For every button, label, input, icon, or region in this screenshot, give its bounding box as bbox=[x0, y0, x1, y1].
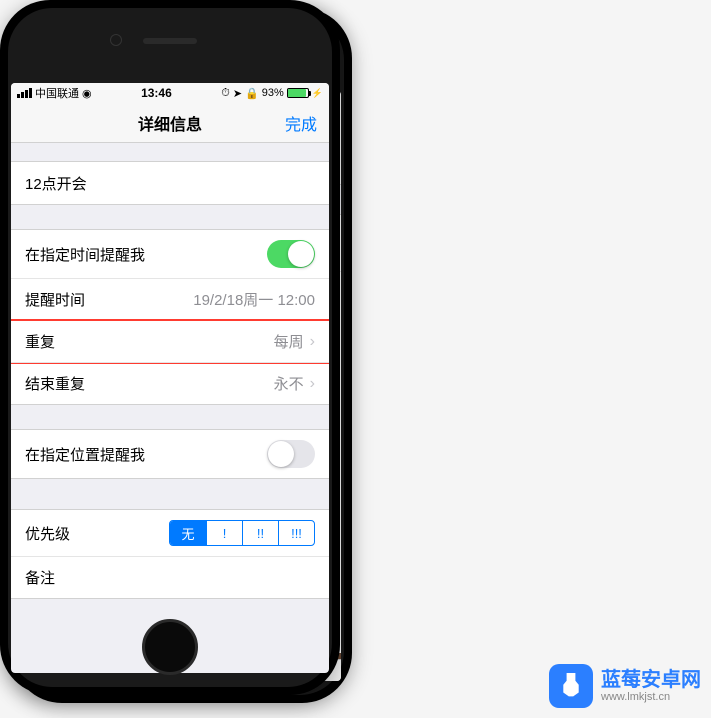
notes-row[interactable]: 备注 bbox=[11, 556, 329, 598]
remind-time-label: 提醒时间 bbox=[25, 289, 85, 310]
seg-high[interactable]: !!! bbox=[278, 521, 314, 545]
front-camera bbox=[110, 34, 122, 46]
remind-time-value: 19/2/18周一 12:00 bbox=[193, 289, 315, 310]
remind-at-location-row: 在指定位置提醒我 bbox=[11, 430, 329, 478]
location-icon: ➤ bbox=[233, 87, 242, 100]
right-phone-frame: 中国联通 ◉ 13:46 ⏱ ➤ 🔒 93% ⚡ 详细信息 完成 bbox=[0, 0, 340, 695]
status-time: 13:46 bbox=[141, 86, 172, 100]
remind-at-time-row: 在指定时间提醒我 bbox=[11, 230, 329, 278]
status-bar: 中国联通 ◉ 13:46 ⏱ ➤ 🔒 93% ⚡ bbox=[11, 83, 329, 103]
priority-row: 优先级 无 ! !! !!! bbox=[11, 510, 329, 556]
done-button[interactable]: 完成 bbox=[285, 111, 317, 135]
chevron-right-icon: › bbox=[310, 333, 315, 351]
priority-segmented[interactable]: 无 ! !! !!! bbox=[169, 520, 315, 546]
charging-icon: ⚡ bbox=[312, 88, 323, 99]
alarm-icon: ⏱ bbox=[221, 87, 230, 100]
title-group: 12点开会 bbox=[11, 161, 329, 205]
remind-at-location-label: 在指定位置提醒我 bbox=[25, 444, 145, 465]
repeat-value: 每周 bbox=[274, 331, 304, 352]
chevron-right-icon: › bbox=[310, 375, 315, 393]
battery-percent: 93% bbox=[262, 87, 284, 99]
notes-label: 备注 bbox=[25, 567, 55, 588]
watermark-logo-icon bbox=[549, 664, 593, 708]
reminder-title-cell[interactable]: 12点开会 bbox=[11, 162, 329, 204]
end-repeat-row[interactable]: 结束重复 永不 › bbox=[11, 362, 329, 404]
remind-at-location-toggle[interactable] bbox=[267, 440, 315, 468]
carrier-label: 中国联通 bbox=[35, 85, 79, 101]
lock-icon: 🔒 bbox=[245, 87, 259, 100]
home-button[interactable] bbox=[142, 619, 198, 675]
nav-bar: 详细信息 完成 bbox=[11, 103, 329, 143]
watermark-title: 蓝莓安卓网 bbox=[601, 669, 701, 691]
wifi-icon: ◉ bbox=[82, 87, 92, 100]
watermark: 蓝莓安卓网 www.lmkjst.cn bbox=[549, 664, 701, 708]
battery-icon bbox=[287, 88, 309, 98]
priority-label: 优先级 bbox=[25, 523, 70, 544]
seg-none[interactable]: 无 bbox=[170, 521, 206, 545]
right-screen: 中国联通 ◉ 13:46 ⏱ ➤ 🔒 93% ⚡ 详细信息 完成 bbox=[11, 83, 329, 673]
priority-group: 优先级 无 ! !! !!! 备注 bbox=[11, 509, 329, 599]
repeat-label: 重复 bbox=[25, 331, 55, 352]
phone-bezel: 中国联通 ◉ 13:46 ⏱ ➤ 🔒 93% ⚡ 详细信息 完成 bbox=[8, 8, 332, 687]
watermark-url: www.lmkjst.cn bbox=[601, 691, 701, 703]
seg-low[interactable]: ! bbox=[206, 521, 242, 545]
speaker-grille bbox=[143, 38, 197, 44]
remind-time-row[interactable]: 提醒时间 19/2/18周一 12:00 bbox=[11, 278, 329, 320]
end-repeat-label: 结束重复 bbox=[25, 373, 85, 394]
signal-icon bbox=[17, 88, 32, 98]
remind-at-time-toggle[interactable] bbox=[267, 240, 315, 268]
reminder-title-value: 12点开会 bbox=[25, 173, 87, 194]
end-repeat-value: 永不 bbox=[274, 373, 304, 394]
seg-med[interactable]: !! bbox=[242, 521, 278, 545]
location-group: 在指定位置提醒我 bbox=[11, 429, 329, 479]
remind-at-time-label: 在指定时间提醒我 bbox=[25, 244, 145, 265]
time-group: 在指定时间提醒我 提醒时间 19/2/18周一 12:00 重复 每周 › bbox=[11, 229, 329, 405]
repeat-row[interactable]: 重复 每周 › bbox=[11, 320, 329, 362]
nav-title: 详细信息 bbox=[138, 111, 202, 135]
